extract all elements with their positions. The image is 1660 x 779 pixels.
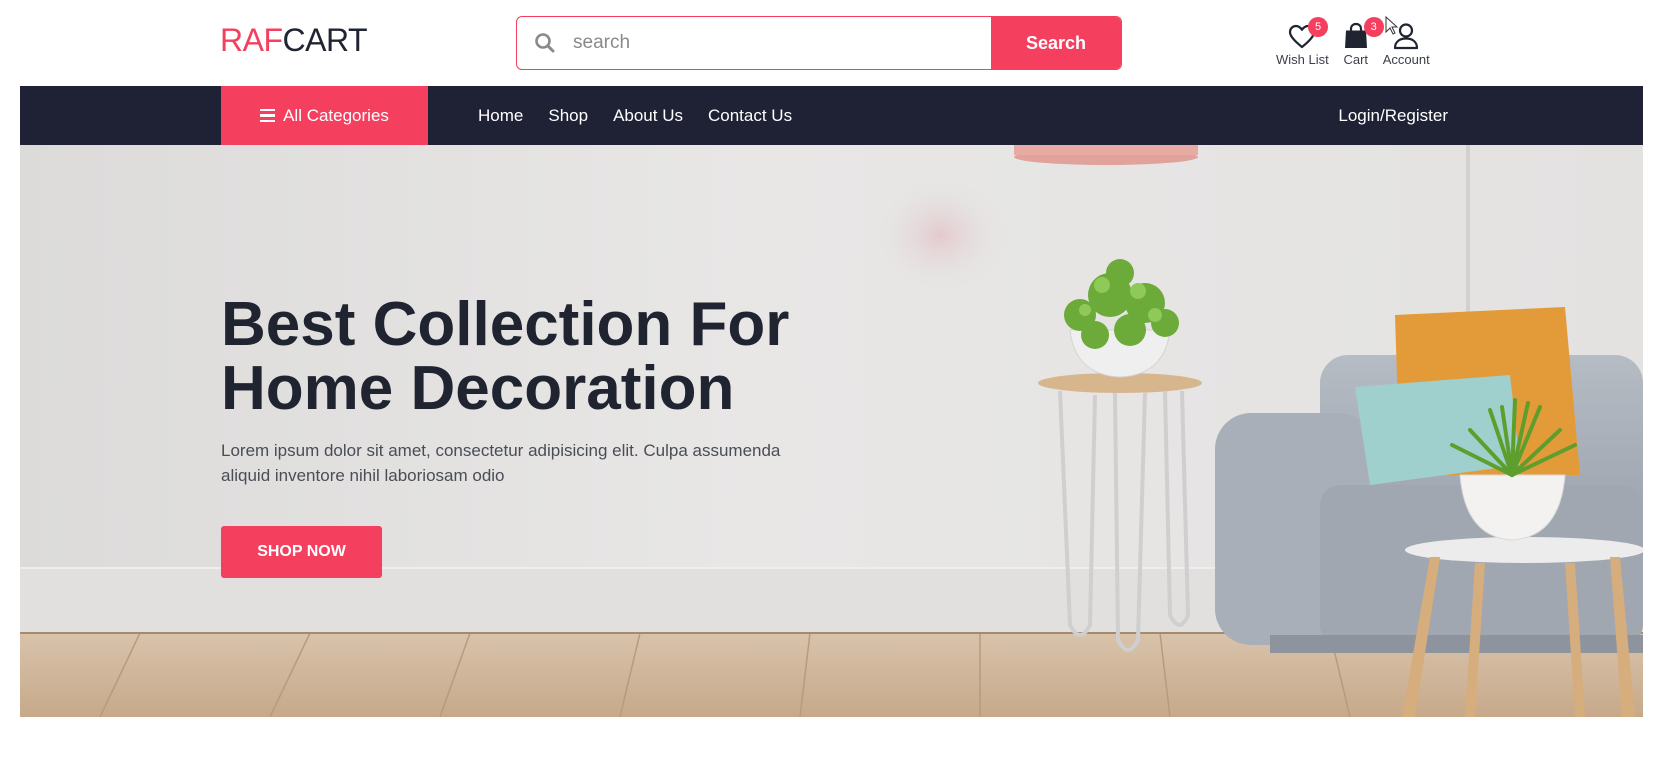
search-icon [517,17,573,69]
login-register-link[interactable]: Login/Register [1338,86,1448,145]
hero-banner: Best Collection For Home Decoration Lore… [20,145,1643,717]
nav-link-contact-us[interactable]: Contact Us [708,106,792,126]
logo-part-cart: CART [282,22,368,58]
page: RAFCART Search 5 Wish List [0,0,1660,779]
shop-now-button[interactable]: SHOP NOW [221,526,382,578]
nav-link-about-us[interactable]: About Us [613,106,683,126]
mouse-cursor-icon [1385,15,1399,41]
cart-button[interactable]: 3 Cart [1339,17,1384,67]
all-categories-button[interactable]: All Categories [221,86,428,145]
header-actions: 5 Wish List 3 Cart Account [1276,17,1440,67]
cart-count-badge: 3 [1363,17,1384,37]
cart-label: Cart [1343,52,1369,67]
nav-link-shop[interactable]: Shop [548,106,588,126]
main-navbar: All Categories Home Shop About Us Contac… [20,86,1643,145]
search-button[interactable]: Search [991,17,1121,69]
wishlist-count-badge: 5 [1308,17,1328,37]
hero-title-line-1: Best Collection For [221,290,790,359]
account-label: Account [1382,52,1430,67]
logo[interactable]: RAFCART [220,22,368,59]
logo-part-raf: RAF [220,22,283,58]
wishlist-button[interactable]: 5 Wish List [1276,17,1329,67]
hero-background-image [20,145,1643,717]
search-bar: Search [516,16,1122,70]
hero-title: Best Collection For Home Decoration [221,293,861,421]
nav-link-home[interactable]: Home [478,106,523,126]
site-header: RAFCART Search 5 Wish List [0,0,1660,86]
hero-title-line-2: Home Decoration [221,354,735,423]
search-input[interactable] [573,17,991,69]
wishlist-label: Wish List [1276,52,1329,67]
hamburger-icon [260,108,276,123]
all-categories-label: All Categories [283,105,389,125]
hero-description: Lorem ipsum dolor sit amet, consectetur … [221,441,781,485]
nav-links: Home Shop About Us Contact Us [478,86,792,145]
